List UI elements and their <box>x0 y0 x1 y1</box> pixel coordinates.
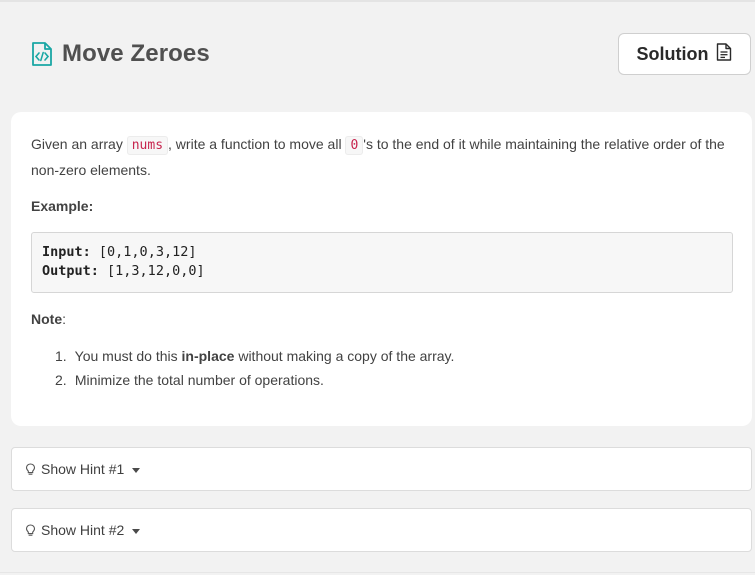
input-label: Input: <box>42 244 91 260</box>
lightbulb-icon <box>25 462 36 476</box>
show-hint-1-toggle[interactable]: Show Hint #1 <box>11 447 752 491</box>
caret-down-icon <box>132 467 141 473</box>
page-title: Move Zeroes <box>62 40 210 67</box>
notes-list: 1. You must do this in-place without mak… <box>55 344 454 392</box>
show-hint-2-toggle[interactable]: Show Hint #2 <box>11 508 752 552</box>
solution-button[interactable]: Solution <box>618 33 751 75</box>
bottom-divider <box>0 572 755 573</box>
output-value: [1,3,12,0,0] <box>107 263 205 279</box>
list-item-bold: in-place <box>181 348 235 364</box>
output-label: Output: <box>42 263 99 279</box>
problem-statement: Given an array nums, write a function to… <box>31 132 736 182</box>
nums-code: nums <box>126 136 169 155</box>
note-heading: Note: <box>31 311 66 327</box>
example-input-line: Input: [0,1,0,3,12] <box>42 243 722 262</box>
example-output-line: Output: [1,3,12,0,0] <box>42 262 722 281</box>
example-code-block: Input: [0,1,0,3,12] Output: [1,3,12,0,0] <box>31 232 733 293</box>
problem-header: Move Zeroes <box>31 40 210 68</box>
zero-code: 0 <box>345 136 364 155</box>
hint-label: Show Hint #1 <box>41 461 125 477</box>
list-item-text: without making a copy of the array. <box>234 348 455 364</box>
list-item-number: 1. <box>55 348 67 364</box>
note-colon: : <box>62 311 67 327</box>
solution-button-label: Solution <box>636 43 709 64</box>
example-heading: Example: <box>31 198 94 214</box>
list-item: 2. Minimize the total number of operatio… <box>55 368 454 392</box>
list-item-number: 2. <box>55 372 67 388</box>
top-divider <box>0 0 755 2</box>
hint-label: Show Hint #2 <box>41 522 125 538</box>
lightbulb-icon <box>25 523 36 537</box>
list-item: 1. You must do this in-place without mak… <box>55 344 454 368</box>
problem-description-card: Given an array nums, write a function to… <box>11 112 752 426</box>
list-item-text: Minimize the total number of operations. <box>74 372 324 388</box>
statement-text-2: , write a function to move all <box>168 136 346 152</box>
note-label: Note <box>31 311 63 327</box>
caret-down-icon <box>132 528 141 534</box>
document-icon <box>716 42 732 66</box>
input-value: [0,1,0,3,12] <box>98 244 197 260</box>
list-item-text: You must do this <box>74 348 182 364</box>
statement-text-1: Given an array <box>31 136 127 152</box>
code-file-icon <box>31 41 53 67</box>
